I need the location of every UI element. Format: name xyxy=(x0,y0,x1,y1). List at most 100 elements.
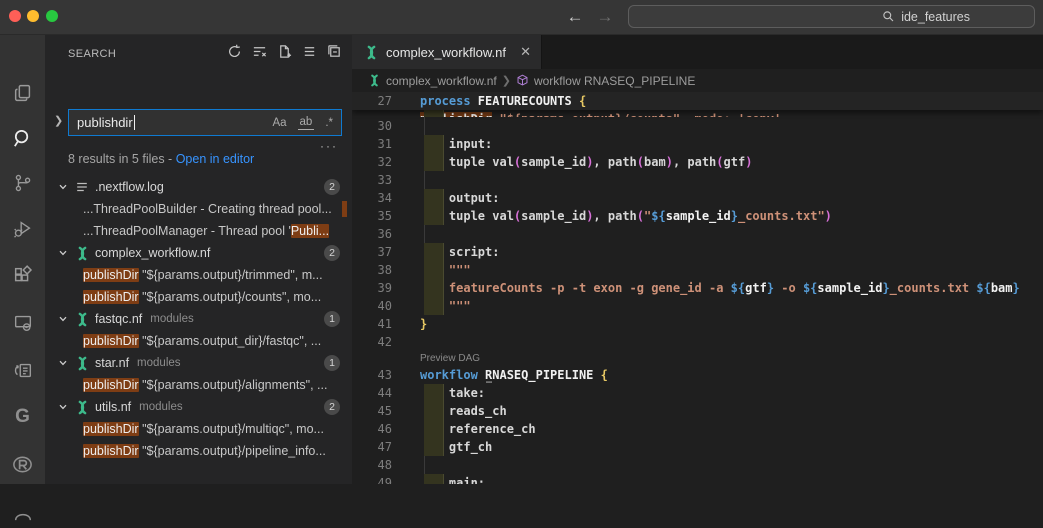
code-line[interactable]: 45 reads_ch xyxy=(352,402,1043,420)
line-number: 46 xyxy=(352,420,406,438)
code-line[interactable]: 47 gtf_ch xyxy=(352,438,1043,456)
code-line[interactable]: 44 take: xyxy=(352,384,1043,402)
open-new-search-editor-icon[interactable] xyxy=(276,43,292,59)
code-line-content: tuple val(sample_id), path(bam), path(gt… xyxy=(406,153,1043,171)
match-text: publishDir "${params.output}/counts", mo… xyxy=(83,290,321,304)
whole-word-toggle[interactable]: ab xyxy=(298,115,315,130)
task-runner-icon[interactable] xyxy=(0,353,45,387)
code-line[interactable]: 35 tuple val(sample_id), path("${sample_… xyxy=(352,207,1043,225)
gutter-range-highlight xyxy=(424,279,444,297)
code-line-content: gtf_ch xyxy=(406,438,1043,456)
close-tab-icon[interactable]: ✕ xyxy=(520,44,531,60)
code-token-plain: sample_id xyxy=(521,155,586,169)
tab-complex-workflow[interactable]: complex_workflow.nf ✕ xyxy=(352,35,542,69)
codelens-preview-dag[interactable]: Preview DAG xyxy=(352,351,1043,366)
code-line[interactable]: 31 input: xyxy=(352,135,1043,153)
toggle-replace-chevron-icon[interactable]: ❯ xyxy=(54,114,63,127)
code-line[interactable]: 34 output: xyxy=(352,189,1043,207)
search-results-tree: .nextflow.log2...ThreadPoolBuilder - Cre… xyxy=(45,176,352,484)
search-icon[interactable] xyxy=(0,121,45,155)
search-result-row[interactable]: publishDir "${params.output_dir}/fastqc"… xyxy=(45,330,352,352)
code-line[interactable]: 40 """ xyxy=(352,297,1043,315)
open-in-editor-link[interactable]: Open in editor xyxy=(176,152,255,166)
match-highlight: publishDir xyxy=(83,378,139,392)
chevron-down-icon[interactable] xyxy=(57,182,69,192)
match-text: publishDir "${params.output_dir}/fastqc"… xyxy=(83,334,321,348)
line-number: 45 xyxy=(352,402,406,420)
history-back-button[interactable]: ← xyxy=(563,4,587,30)
gutter-range-highlight xyxy=(424,297,444,315)
code-token-brace: { xyxy=(579,94,586,108)
collapse-all-icon[interactable] xyxy=(326,43,342,59)
search-file-row[interactable]: .nextflow.log2 xyxy=(45,176,352,198)
chevron-down-icon[interactable] xyxy=(57,402,69,412)
regex-toggle[interactable]: .* xyxy=(323,116,335,130)
close-window-button[interactable] xyxy=(9,10,21,22)
gitlens-icon[interactable]: G xyxy=(0,400,45,434)
command-center-search[interactable]: ide_features xyxy=(628,5,1035,28)
toggle-search-details[interactable]: ··· xyxy=(320,139,338,153)
files-icon[interactable] xyxy=(0,76,45,110)
view-as-list-icon[interactable] xyxy=(301,43,317,59)
clear-search-results-icon[interactable] xyxy=(251,43,267,59)
minimize-window-button[interactable] xyxy=(27,10,39,22)
match-count-badge: 2 xyxy=(324,399,340,415)
extensions-icon[interactable] xyxy=(0,259,45,293)
match-highlight: publishDir xyxy=(83,422,139,436)
search-result-row[interactable]: publishDir "${params.output}/counts", mo… xyxy=(45,286,352,308)
search-input[interactable]: publishdir Aa ab .* xyxy=(68,109,342,136)
code-line-content: take: xyxy=(406,384,1043,402)
file-name: star.nf xyxy=(95,356,129,370)
maximize-window-button[interactable] xyxy=(46,10,58,22)
code-line[interactable]: 48 xyxy=(352,456,1043,474)
panel-title: SEARCH xyxy=(68,48,116,60)
search-result-row[interactable]: publishDir "${params.output}/trimmed", m… xyxy=(45,264,352,286)
partial-bottom-icon[interactable] xyxy=(0,494,45,528)
source-control-icon[interactable] xyxy=(0,166,45,200)
code-line-content: featureCounts -p -t exon -g gene_id -a $… xyxy=(406,279,1043,297)
code-line[interactable]: 39 featureCounts -p -t exon -g gene_id -… xyxy=(352,279,1043,297)
code-line[interactable]: 41} xyxy=(352,315,1043,333)
run-debug-icon[interactable] xyxy=(0,212,45,246)
search-file-row[interactable]: complex_workflow.nf2 xyxy=(45,242,352,264)
code-token-var: bam xyxy=(991,281,1013,295)
chevron-down-icon[interactable] xyxy=(57,314,69,324)
code-token-interp: } xyxy=(1013,281,1020,295)
breadcrumb-file[interactable]: complex_workflow.nf xyxy=(386,74,497,88)
code-line[interactable]: 38 """ xyxy=(352,261,1043,279)
search-result-row[interactable]: publishDir "${params.output}/pipeline_in… xyxy=(45,440,352,462)
code-line[interactable]: 33 xyxy=(352,171,1043,189)
code-line[interactable]: 49 main: xyxy=(352,474,1043,484)
sticky-scroll-line[interactable]: 27process FEATURECOUNTS { xyxy=(352,92,1043,110)
chevron-down-icon[interactable] xyxy=(57,248,69,258)
match-case-toggle[interactable]: Aa xyxy=(270,116,288,130)
code-line[interactable]: 37 script: xyxy=(352,243,1043,261)
code-token-plain: , path xyxy=(593,209,636,223)
code-token-str: -o xyxy=(774,281,803,295)
code-area[interactable]: 27process FEATURECOUNTS { publishDir "${… xyxy=(352,92,1043,484)
line-number: 49 xyxy=(352,474,406,484)
chevron-down-icon[interactable] xyxy=(57,358,69,368)
history-forward-button[interactable]: → xyxy=(593,4,617,30)
r-language-icon[interactable] xyxy=(0,447,45,481)
text-caret xyxy=(134,115,135,130)
code-token-str: _counts.txt" xyxy=(738,209,825,223)
code-line[interactable]: 46 reference_ch xyxy=(352,420,1043,438)
code-line[interactable]: 42 xyxy=(352,333,1043,351)
search-result-row[interactable]: publishDir "${params.output}/multiqc", m… xyxy=(45,418,352,440)
code-token-interp: ${ xyxy=(803,281,817,295)
breadcrumb-symbol[interactable]: workflow RNASEQ_PIPELINE xyxy=(534,74,695,88)
search-result-row[interactable]: publishDir "${params.output}/alignments"… xyxy=(45,374,352,396)
code-line[interactable]: 30 xyxy=(352,117,1043,135)
search-file-row[interactable]: star.nfmodules1 xyxy=(45,352,352,374)
refresh-icon[interactable] xyxy=(226,43,242,59)
search-file-row[interactable]: utils.nfmodules2 xyxy=(45,396,352,418)
code-line[interactable]: 43workflow RNASEQ_PIPELINE { xyxy=(352,366,1043,384)
remote-explorer-icon[interactable] xyxy=(0,306,45,340)
search-file-row[interactable]: fastqc.nfmodules1 xyxy=(45,308,352,330)
code-line[interactable]: 32 tuple val(sample_id), path(bam), path… xyxy=(352,153,1043,171)
code-line[interactable]: 36 xyxy=(352,225,1043,243)
search-result-row[interactable]: ...ThreadPoolBuilder - Creating thread p… xyxy=(45,198,352,220)
search-result-row[interactable]: ...ThreadPoolManager - Thread pool 'Publ… xyxy=(45,220,352,242)
gutter-range-highlight xyxy=(424,135,444,153)
